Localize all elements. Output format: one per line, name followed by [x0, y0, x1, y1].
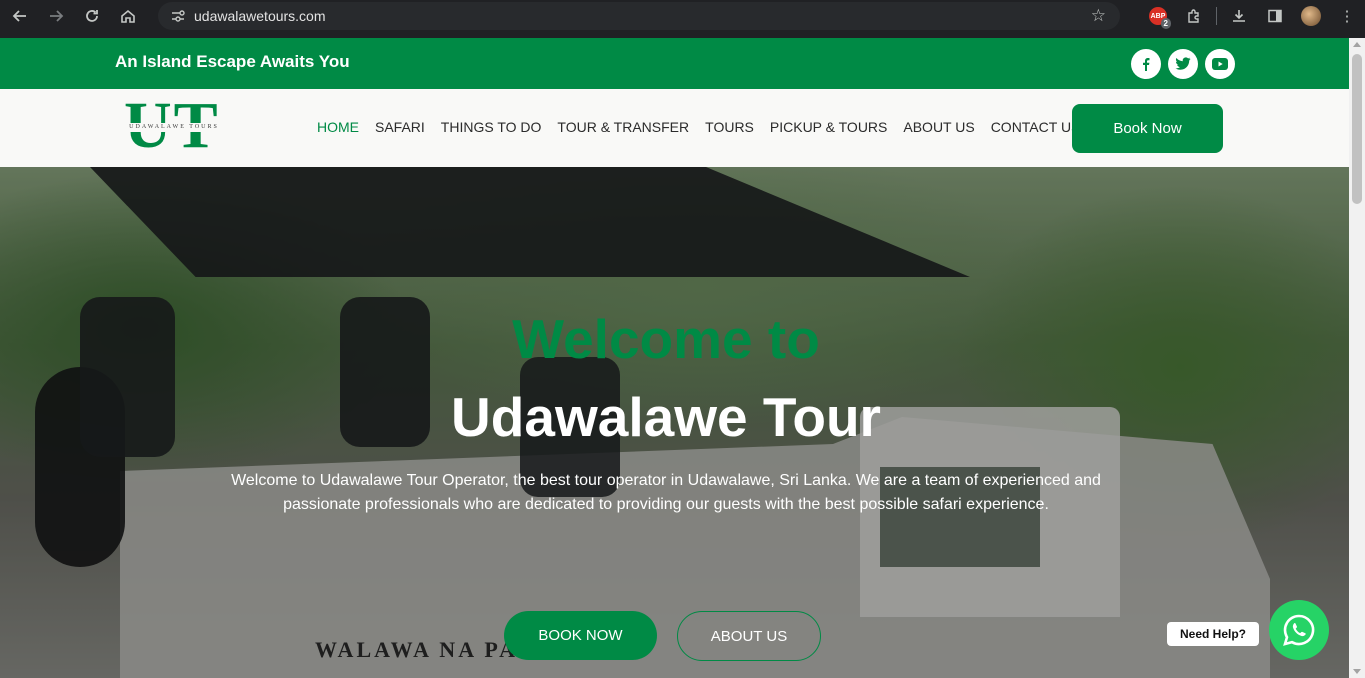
facebook-link[interactable] — [1131, 49, 1161, 79]
home-icon — [121, 9, 135, 23]
browser-menu-button[interactable]: ⋮ — [1329, 0, 1365, 32]
home-button[interactable] — [110, 0, 146, 32]
nav-item-about-us[interactable]: ABOUT US — [903, 119, 974, 135]
scroll-up-arrow[interactable] — [1353, 42, 1361, 47]
youtube-icon — [1212, 58, 1228, 70]
hero-title-welcome: Welcome to — [512, 308, 820, 370]
nav-item-home[interactable]: HOME — [317, 119, 359, 135]
page-viewport: An Island Escape Awaits You UT UDAWALAWE… — [0, 38, 1349, 678]
browser-actions: ABP 2 ⋮ — [1140, 0, 1365, 32]
profile-button[interactable] — [1293, 0, 1329, 32]
twitter-icon — [1175, 57, 1191, 70]
hero-title-brand: Udawalawe Tour — [451, 386, 881, 448]
side-panel-icon — [1268, 9, 1282, 23]
toolbar-separator — [1216, 7, 1217, 25]
header-book-now-button[interactable]: Book Now — [1072, 104, 1223, 153]
site-info-icon[interactable] — [164, 8, 192, 24]
hero-section: WALAWA NA PARK Welcome to Udawalawe Tour… — [0, 167, 1349, 678]
adblock-icon: ABP 2 — [1149, 7, 1171, 29]
scroll-down-arrow[interactable] — [1353, 669, 1361, 674]
hero-about-us-button[interactable]: ABOUT US — [677, 611, 821, 661]
site-logo[interactable]: UT UDAWALAWE TOURS — [120, 93, 230, 159]
twitter-link[interactable] — [1168, 49, 1198, 79]
tagline: An Island Escape Awaits You — [115, 52, 350, 71]
social-links — [1131, 49, 1235, 79]
reload-button[interactable] — [74, 0, 110, 32]
hero-book-now-button[interactable]: BOOK NOW — [504, 611, 657, 660]
url-text: udawalawetours.com — [194, 8, 326, 24]
scrollbar-thumb[interactable] — [1352, 54, 1362, 204]
logo-strap: UDAWALAWE TOURS — [120, 123, 228, 132]
top-announcement-bar: An Island Escape Awaits You — [0, 38, 1349, 89]
site-header: UT UDAWALAWE TOURS HOME SAFARI THINGS TO… — [0, 89, 1349, 167]
puzzle-icon — [1188, 9, 1199, 23]
whatsapp-chat-button[interactable] — [1269, 600, 1329, 660]
whatsapp-icon — [1283, 614, 1315, 646]
side-panel-button[interactable] — [1257, 0, 1293, 32]
hero-description: Welcome to Udawalawe Tour Operator, the … — [231, 472, 1101, 513]
nav-item-things-to-do[interactable]: THINGS TO DO — [441, 119, 542, 135]
facebook-icon — [1143, 58, 1150, 71]
address-bar[interactable]: udawalawetours.com ☆ — [158, 2, 1120, 30]
page-scrollbar[interactable] — [1349, 38, 1365, 678]
reload-icon — [86, 10, 98, 22]
need-help-label[interactable]: Need Help? — [1167, 622, 1259, 646]
nav-item-tour-transfer[interactable]: TOUR & TRANSFER — [557, 119, 689, 135]
extensions-button[interactable] — [1176, 0, 1212, 32]
download-icon — [1233, 10, 1245, 22]
downloads-button[interactable] — [1221, 0, 1257, 32]
profile-avatar — [1301, 6, 1321, 26]
forward-button[interactable] — [38, 0, 74, 32]
main-nav: HOME SAFARI THINGS TO DO TOUR & TRANSFER… — [317, 119, 1080, 135]
youtube-link[interactable] — [1205, 49, 1235, 79]
arrow-right-icon — [50, 10, 64, 22]
adblock-extension-button[interactable]: ABP 2 — [1140, 0, 1176, 32]
more-vertical-icon: ⋮ — [1339, 8, 1355, 25]
nav-item-contact-us[interactable]: CONTACT US — [991, 119, 1081, 135]
browser-toolbar: udawalawetours.com ☆ ABP 2 ⋮ — [0, 0, 1365, 32]
nav-item-tours[interactable]: TOURS — [705, 119, 754, 135]
bookmark-star-icon[interactable]: ☆ — [1091, 6, 1106, 26]
back-button[interactable] — [2, 0, 38, 32]
extension-count: 2 — [1160, 18, 1171, 29]
arrow-left-icon — [12, 10, 26, 22]
nav-item-pickup-tours[interactable]: PICKUP & TOURS — [770, 119, 887, 135]
nav-item-safari[interactable]: SAFARI — [375, 119, 425, 135]
